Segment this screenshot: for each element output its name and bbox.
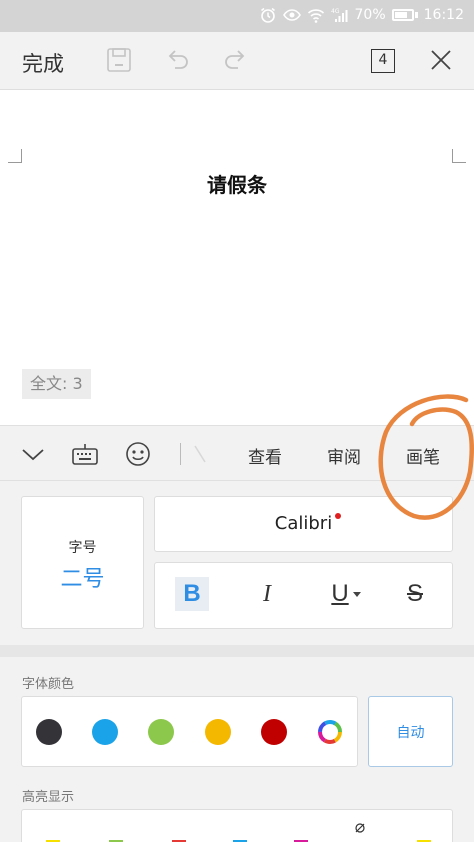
bold-button[interactable]: B bbox=[175, 577, 209, 611]
save-icon[interactable] bbox=[105, 46, 133, 74]
color-swatch-green[interactable] bbox=[148, 719, 174, 745]
color-swatch-black[interactable] bbox=[36, 719, 62, 745]
new-indicator-dot bbox=[335, 513, 341, 519]
strikethrough-button[interactable]: S bbox=[398, 577, 432, 611]
font-size-value: 二号 bbox=[60, 567, 105, 592]
svg-text:4G: 4G bbox=[331, 8, 340, 15]
font-size-button[interactable]: 字号 二号 bbox=[21, 496, 144, 629]
alarm-icon bbox=[260, 7, 275, 23]
margin-corner-left bbox=[8, 149, 22, 163]
page-count-icon[interactable]: 4 bbox=[371, 49, 395, 73]
font-size-label: 字号 bbox=[68, 540, 97, 556]
document-title: 请假条 bbox=[207, 173, 267, 197]
toolbar-divider bbox=[180, 443, 181, 465]
keyboard-icon[interactable] bbox=[71, 440, 99, 468]
auto-color-button[interactable]: 自动 bbox=[368, 696, 453, 767]
font-style-group: B I U S bbox=[154, 562, 453, 629]
section-divider bbox=[0, 645, 474, 657]
done-button[interactable]: 完成 bbox=[22, 48, 64, 78]
signal-4g-icon: 4G bbox=[331, 8, 348, 22]
undo-icon[interactable] bbox=[163, 46, 191, 74]
tab-pen[interactable]: 画笔 bbox=[406, 443, 440, 468]
document-canvas[interactable]: 请假条 全文: 3 bbox=[0, 91, 474, 424]
color-swatch-red[interactable] bbox=[261, 719, 287, 745]
highlight-label: 高亮显示 bbox=[22, 790, 75, 805]
italic-button[interactable]: I bbox=[250, 577, 284, 611]
font-name-value: Calibri bbox=[274, 513, 333, 534]
auto-color-label: 自动 bbox=[396, 725, 425, 741]
redo-icon[interactable] bbox=[222, 46, 250, 74]
color-swatch-yellow[interactable] bbox=[205, 719, 231, 745]
font-panel: 字号 二号 Calibri B I U S 字体颜色 自动 高亮显示 bbox=[0, 481, 474, 842]
battery-icon bbox=[391, 9, 418, 21]
highlighter-markers-icon bbox=[46, 823, 431, 842]
underline-button[interactable]: U bbox=[323, 577, 357, 611]
tab-view[interactable]: 查看 bbox=[248, 443, 282, 468]
collapse-chevron-icon[interactable] bbox=[19, 440, 47, 468]
highlight-swatches bbox=[21, 809, 453, 842]
tab-review[interactable]: 审阅 bbox=[327, 443, 361, 468]
edit-toolbar: 查看 审阅 画笔 bbox=[0, 425, 474, 481]
top-toolbar: 完成 4 bbox=[0, 32, 474, 90]
underline-dropdown-icon[interactable] bbox=[353, 591, 361, 599]
color-wheel-icon[interactable] bbox=[317, 719, 343, 745]
eye-icon bbox=[282, 9, 301, 21]
font-color-swatches bbox=[21, 696, 358, 767]
status-icons: 4G 70% 16:12 bbox=[259, 6, 464, 24]
color-swatch-blue[interactable] bbox=[92, 719, 118, 745]
close-icon[interactable] bbox=[427, 46, 455, 74]
clock: 16:12 bbox=[423, 7, 464, 23]
status-bar: 4G 70% 16:12 bbox=[0, 0, 474, 32]
font-name-button[interactable]: Calibri bbox=[154, 496, 453, 552]
wifi-icon bbox=[307, 9, 324, 23]
pen-icon[interactable] bbox=[188, 440, 216, 468]
emoji-icon[interactable] bbox=[124, 440, 152, 468]
font-color-label: 字体颜色 bbox=[22, 677, 75, 692]
word-count-badge[interactable]: 全文: 3 bbox=[22, 369, 91, 399]
margin-corner-right bbox=[452, 149, 466, 163]
battery-percent: 70% bbox=[354, 7, 386, 23]
